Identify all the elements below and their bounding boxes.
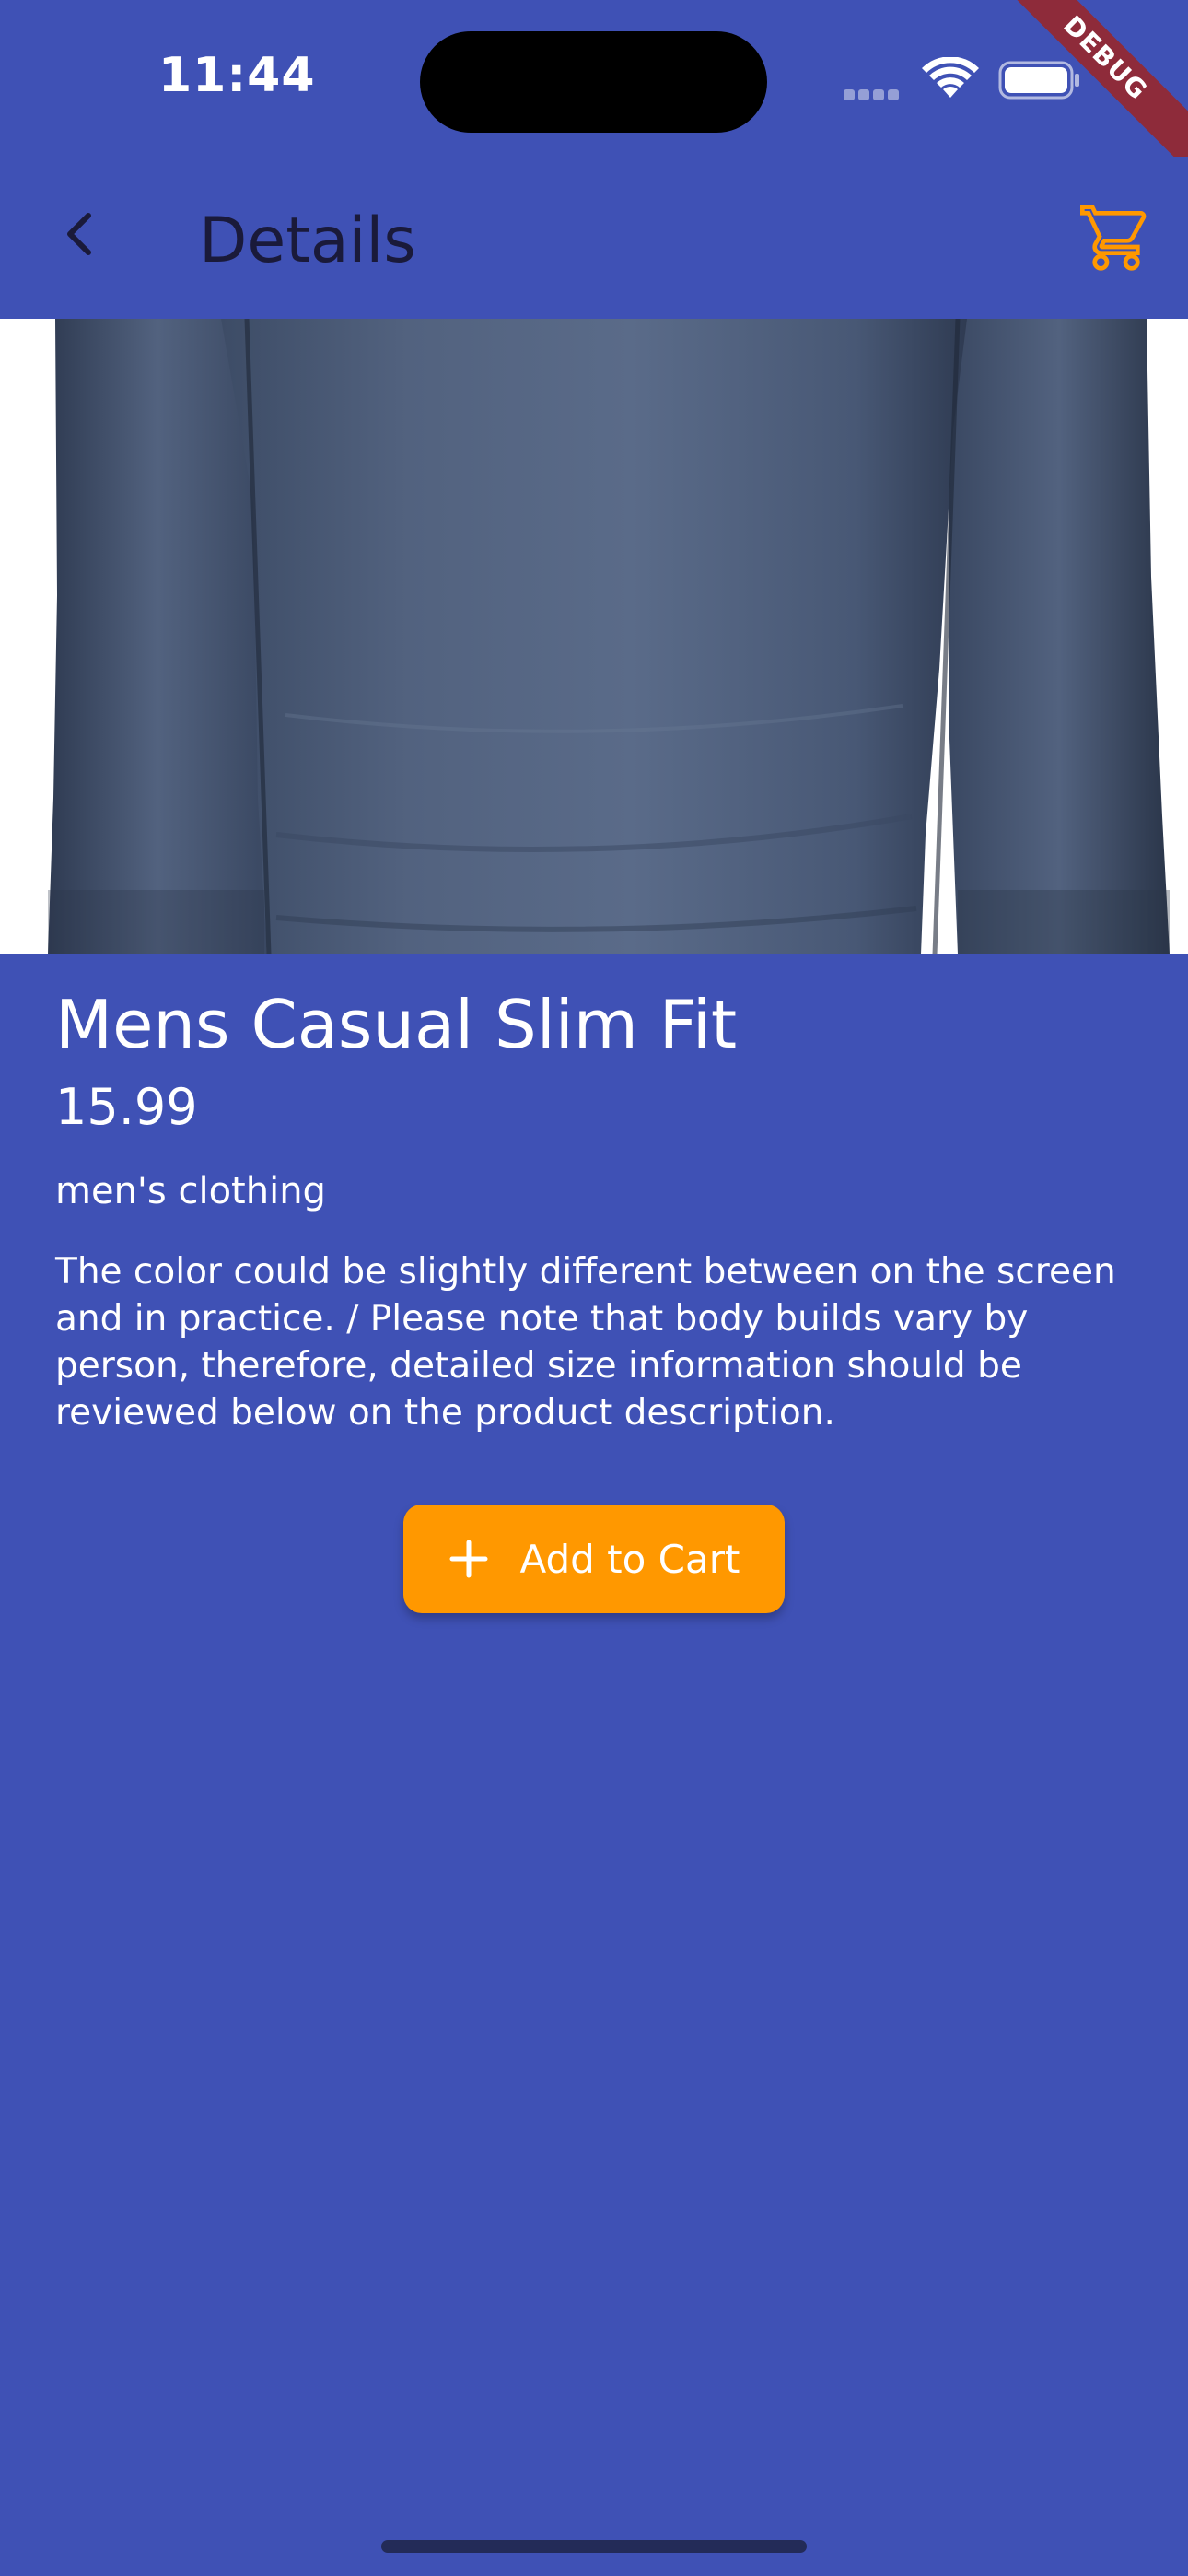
back-button[interactable] <box>41 195 118 273</box>
page-title: Details <box>199 205 416 277</box>
product-category: men's clothing <box>55 1170 326 1212</box>
app-bar: Details <box>0 157 1188 319</box>
product-price: 15.99 <box>55 1078 198 1136</box>
cellular-signal-icon <box>844 87 903 100</box>
chevron-left-icon <box>67 213 91 255</box>
battery-icon <box>998 61 1079 100</box>
dynamic-island <box>420 31 767 133</box>
product-description: The color could be slightly different be… <box>55 1251 1116 1434</box>
wifi-icon <box>922 57 979 98</box>
product-image <box>0 319 1188 954</box>
add-to-cart-button[interactable]: Add to Cart <box>403 1505 785 1613</box>
shirt-image <box>48 319 1170 954</box>
status-time: 11:44 <box>158 48 316 103</box>
status-bar: 11:44 DEBUG <box>0 0 1188 171</box>
product-title: Mens Casual Slim Fit <box>55 986 738 1063</box>
plus-icon <box>449 1540 487 1578</box>
home-indicator[interactable] <box>381 2540 807 2553</box>
cart-button[interactable] <box>1072 193 1160 282</box>
shopping-cart-icon <box>1080 205 1147 271</box>
add-to-cart-label: Add to Cart <box>519 1536 740 1582</box>
